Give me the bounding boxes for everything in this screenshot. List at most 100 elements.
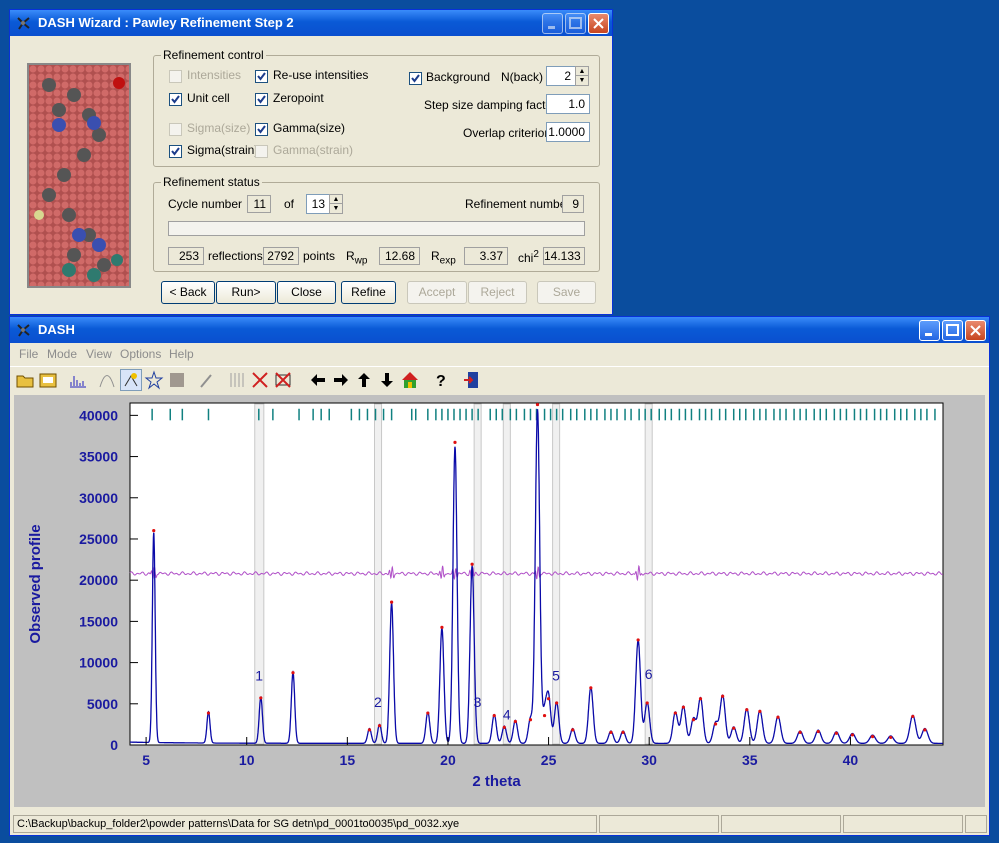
save-button[interactable]: Save (537, 281, 596, 304)
home-icon (402, 372, 418, 388)
reject-button[interactable]: Reject (468, 281, 527, 304)
gamma-size-checkbox[interactable] (255, 123, 268, 136)
star-button[interactable] (143, 369, 165, 391)
cross-button[interactable] (249, 369, 271, 391)
open-folder-button[interactable] (14, 369, 36, 391)
spin-up-icon[interactable]: ▲ (330, 195, 342, 204)
damping-input[interactable]: 1.0 (546, 94, 590, 114)
x-tick-label: 35 (742, 752, 758, 768)
cycle-total-spinner[interactable]: ▲ ▼ (329, 194, 343, 214)
close-button[interactable]: Close (277, 281, 336, 304)
observed-point (453, 440, 457, 444)
peak-fit-button[interactable] (120, 369, 142, 391)
resize-grip[interactable] (965, 815, 987, 833)
observed-point (698, 697, 703, 701)
damping-label: Step size damping factor (424, 98, 557, 112)
observed-point (291, 671, 295, 675)
wand-button[interactable] (196, 369, 218, 391)
menu-mode[interactable]: Mode (47, 344, 77, 364)
home-button[interactable] (399, 369, 421, 391)
wizard-titlebar[interactable]: DASH Wizard : Pawley Refinement Step 2 (10, 10, 612, 36)
arrow-down-button[interactable] (376, 369, 398, 391)
arrow-up-button[interactable] (353, 369, 375, 391)
menu-file[interactable]: File (19, 344, 38, 364)
peak-button[interactable] (97, 369, 119, 391)
zeropoint-checkbox[interactable] (255, 93, 268, 106)
sigma-size-checkbox[interactable] (169, 123, 182, 136)
y-tick-label: 15000 (79, 613, 118, 629)
main-titlebar[interactable]: DASH (10, 317, 989, 343)
exit-button[interactable] (461, 369, 483, 391)
help-button[interactable]: ? (429, 369, 451, 391)
background-label: Background (426, 70, 491, 84)
back-button[interactable]: < Back (161, 281, 215, 304)
x-tick-label: 10 (239, 752, 255, 768)
help-icon: ? (436, 373, 446, 390)
reuse-intensities-checkbox[interactable] (255, 70, 268, 83)
points-value: 2792 (263, 247, 299, 265)
grid-button[interactable] (226, 369, 248, 391)
accept-button[interactable]: Accept (407, 281, 467, 304)
observed-point (889, 735, 893, 740)
spin-down-icon[interactable]: ▼ (330, 204, 342, 213)
powder-pattern-chart[interactable]: 12 345 60500010000150002000025000300003500… (14, 395, 985, 807)
x-axis-label: 2 theta (472, 773, 521, 790)
maximize-button[interactable] (942, 320, 963, 341)
gamma-strain-checkbox[interactable] (255, 145, 268, 158)
observed-point (758, 709, 762, 713)
run-button[interactable]: Run> (216, 281, 276, 304)
cycle-total-input[interactable]: 13 (306, 194, 330, 214)
refinement-number-value: 9 (562, 195, 584, 213)
maximize-icon (946, 324, 959, 336)
checkmark-icon (257, 95, 266, 104)
wizard-maximize-button[interactable] (565, 13, 586, 34)
menu-options[interactable]: Options (120, 344, 161, 364)
cross-box-button[interactable] (272, 369, 294, 391)
chi2-label: chi2 (518, 249, 539, 265)
excluded-region-label-6: 6 (645, 666, 653, 682)
spin-down-icon[interactable]: ▼ (576, 76, 588, 85)
cross-icon (252, 372, 268, 388)
spin-up-icon[interactable]: ▲ (576, 67, 588, 76)
star-icon (144, 370, 164, 390)
open-file-button[interactable] (37, 369, 59, 391)
arrow-right-icon (334, 374, 348, 386)
wizard-title: DASH Wizard : Pawley Refinement Step 2 (38, 15, 294, 30)
nback-label: N(back) (501, 70, 544, 84)
gray-box-button[interactable] (166, 369, 188, 391)
chi2-value: 14.133 (543, 247, 585, 265)
unit-cell-checkbox[interactable] (169, 93, 182, 106)
minimize-button[interactable] (919, 320, 940, 341)
intensities-checkbox[interactable] (169, 70, 182, 83)
observed-point (745, 708, 749, 712)
background-checkbox[interactable] (409, 72, 422, 85)
menu-help[interactable]: Help (169, 344, 194, 364)
chart-area[interactable]: 1 2 3 4 5 6 0 5000 10000 15000 20000 25000 30000 3500… (14, 395, 985, 807)
observed-point (542, 713, 547, 718)
close-icon (970, 325, 981, 336)
grid-icon (230, 373, 244, 387)
menu-view[interactable]: View (86, 344, 112, 364)
y-tick-label: 30000 (79, 490, 118, 506)
x-tick-label: 5 (142, 752, 150, 768)
dash-app-icon (17, 324, 30, 337)
arrow-left-button[interactable] (307, 369, 329, 391)
excluded-region-label-4: 4 (503, 706, 511, 722)
x-tick-label: 25 (541, 752, 557, 768)
close-window-button[interactable] (965, 320, 986, 341)
sigma-strain-checkbox[interactable] (169, 145, 182, 158)
observed-point (609, 730, 613, 734)
nback-input[interactable]: 2 (546, 66, 576, 86)
checkmark-icon (257, 125, 266, 134)
arrow-left-icon (311, 374, 325, 386)
wizard-close-button[interactable] (588, 13, 609, 34)
overlap-input[interactable]: 1.0000 (546, 122, 590, 142)
arrow-right-button[interactable] (330, 369, 352, 391)
checkmark-icon (411, 74, 420, 83)
observed-point (636, 638, 640, 642)
refine-button[interactable]: Refine (341, 281, 396, 304)
observed-point (470, 562, 474, 566)
nback-spinner[interactable]: ▲ ▼ (575, 66, 589, 86)
wizard-minimize-button[interactable] (542, 13, 563, 34)
profile-button[interactable] (67, 369, 89, 391)
